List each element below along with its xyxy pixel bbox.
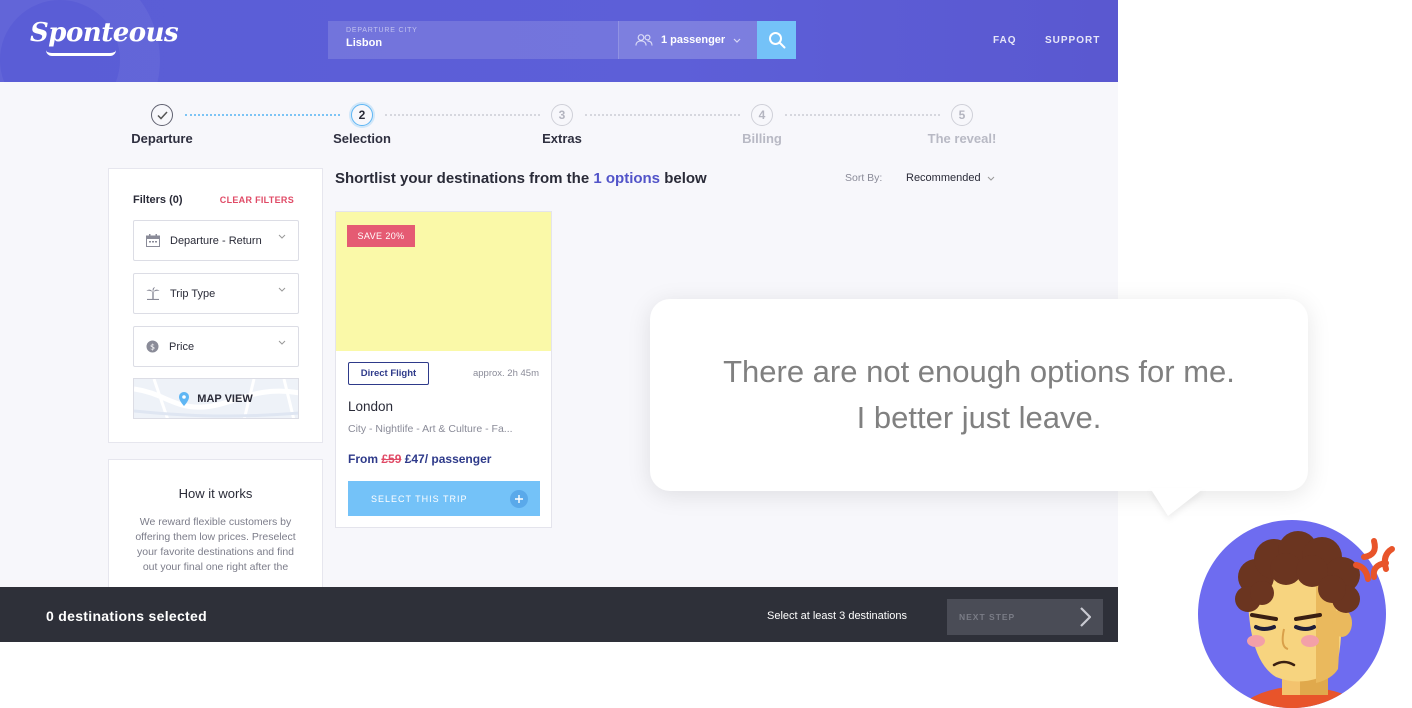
selection-footer: 0 destinations selected Select at least … — [0, 587, 1118, 642]
price-from: From — [348, 452, 382, 466]
how-it-works-title: How it works — [178, 486, 253, 501]
calendar-icon — [146, 234, 160, 247]
step-check-circle — [151, 104, 173, 126]
sort-dropdown[interactable]: Recommended — [906, 172, 995, 184]
next-step-label: NEXT STEP — [959, 612, 1016, 622]
how-it-works-text: We reward flexible customers by offering… — [135, 516, 296, 573]
chevron-right-icon — [1080, 607, 1091, 627]
chevron-down-icon — [278, 340, 286, 345]
destination-price: From £59 £47/ passenger — [348, 452, 491, 466]
price-new: £47/ passenger — [401, 452, 492, 466]
trip-type-filter[interactable]: Trip Type — [133, 273, 299, 314]
selection-hint: Select at least 3 destinations — [767, 610, 908, 622]
headline-suffix: below — [660, 170, 707, 187]
flight-type-badge: Direct Flight — [348, 362, 429, 385]
departure-city-value: Lisbon — [346, 37, 383, 49]
departure-city-label: DEPARTURE CITY — [346, 27, 418, 34]
palm-tree-icon — [146, 287, 160, 300]
flight-duration: approx. 2h 45m — [472, 368, 539, 379]
map-view-label: MAP VIEW — [197, 392, 253, 405]
passenger-count: 1 passenger — [661, 34, 726, 46]
step-label: Selection — [333, 131, 391, 146]
step-label: Billing — [742, 131, 782, 146]
price-old: £59 — [381, 452, 402, 466]
destination-city: London — [348, 399, 394, 414]
passenger-selector[interactable]: 1 passenger — [618, 21, 757, 59]
chevron-down-icon — [733, 38, 741, 43]
step-billing[interactable]: 4 Billing — [712, 104, 812, 146]
map-view-button[interactable]: MAP VIEW — [133, 378, 299, 419]
step-number: 4 — [751, 104, 773, 126]
svg-text:$: $ — [150, 343, 155, 352]
dates-filter-label: Departure - Return — [170, 234, 262, 247]
destination-card[interactable]: SAVE 20% Direct Flight approx. 2h 45m Lo… — [335, 211, 552, 528]
discount-badge: SAVE 20% — [347, 225, 415, 247]
map-pin-icon — [179, 391, 190, 406]
sort-label: Sort By: — [845, 172, 883, 184]
clear-filters-button[interactable]: CLEAR FILTERS — [220, 195, 294, 205]
chevron-down-icon — [278, 287, 286, 292]
step-number: 5 — [951, 104, 973, 126]
step-number: 3 — [551, 104, 573, 126]
step-label: The reveal! — [927, 131, 997, 146]
chevron-down-icon — [987, 176, 994, 181]
faq-link[interactable]: FAQ — [993, 35, 1017, 46]
sponteous-logo[interactable]: Sponteous — [30, 18, 179, 48]
selected-count: 0 destinations selected — [46, 608, 207, 624]
destination-tags: City - Nightlife - Art & Culture - Fa... — [348, 423, 513, 435]
step-label: Departure — [131, 131, 193, 146]
top-header: Sponteous DEPARTURE CITY Lisbon 1 passen… — [0, 0, 1118, 82]
users-icon — [635, 34, 653, 46]
coin-icon: $ — [146, 340, 159, 353]
search-bar: DEPARTURE CITY Lisbon 1 passenger — [328, 21, 796, 59]
options-count: 1 options — [593, 170, 661, 187]
support-link[interactable]: SUPPORT — [1045, 35, 1100, 46]
step-reveal[interactable]: 5 The reveal! — [912, 104, 1012, 146]
dates-filter[interactable]: Departure - Return — [133, 220, 299, 261]
annoyed-user-avatar — [1198, 520, 1395, 708]
step-departure[interactable]: Departure — [112, 104, 212, 146]
search-icon — [768, 32, 785, 49]
search-button[interactable] — [757, 21, 796, 59]
filters-panel: Filters (0) CLEAR FILTERS Departure - Re… — [108, 168, 323, 443]
results-headline: Shortlist your destinations from the 1 o… — [335, 170, 707, 187]
next-step-button[interactable]: NEXT STEP — [947, 599, 1103, 635]
price-filter-label: Price — [169, 340, 195, 353]
sort-value: Recommended — [906, 172, 981, 184]
speech-bubble: There are not enough options for me. I b… — [650, 299, 1308, 491]
logo-swoosh — [46, 50, 116, 56]
step-number: 2 — [351, 104, 373, 126]
trip-type-filter-label: Trip Type — [170, 287, 216, 300]
chevron-down-icon — [278, 234, 286, 239]
price-filter[interactable]: $ Price — [133, 326, 299, 367]
select-trip-button[interactable]: SELECT THIS TRIP — [348, 481, 540, 516]
plus-icon — [510, 490, 528, 508]
bubble-line-2: I better just leave. — [856, 400, 1102, 435]
bubble-line-1: There are not enough options for me. — [723, 354, 1235, 389]
check-icon — [156, 110, 168, 120]
step-label: Extras — [542, 131, 582, 146]
select-trip-label: SELECT THIS TRIP — [371, 493, 468, 504]
step-extras[interactable]: 3 Extras — [512, 104, 612, 146]
step-selection[interactable]: 2 Selection — [312, 104, 412, 146]
headline-prefix: Shortlist your destinations from the — [335, 170, 594, 187]
speech-bubble-tail — [1150, 488, 1204, 516]
departure-city-field[interactable]: DEPARTURE CITY Lisbon — [328, 21, 618, 59]
filters-title: Filters (0) — [133, 194, 183, 206]
